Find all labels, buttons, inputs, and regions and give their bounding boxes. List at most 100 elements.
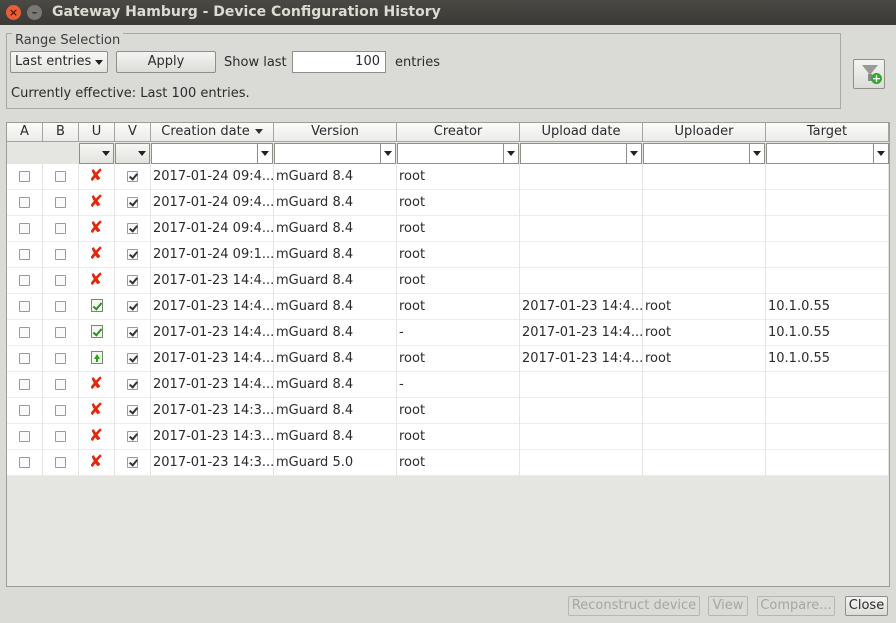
v-checkbox[interactable] (127, 353, 138, 364)
b-checkbox[interactable] (55, 301, 66, 312)
v-checkbox[interactable] (127, 249, 138, 260)
filter-uploader-combo[interactable] (643, 143, 765, 164)
a-checkbox[interactable] (19, 379, 30, 390)
b-checkbox[interactable] (55, 327, 66, 338)
v-checkbox[interactable] (127, 275, 138, 286)
a-checkbox[interactable] (19, 405, 30, 416)
window-close-button[interactable]: × (6, 5, 21, 20)
b-checkbox[interactable] (55, 249, 66, 260)
column-header-target[interactable]: Target (766, 123, 889, 142)
b-checkbox[interactable] (55, 379, 66, 390)
v-checkbox[interactable] (127, 379, 138, 390)
b-checkbox[interactable] (55, 431, 66, 442)
column-header-uploader[interactable]: Uploader (643, 123, 766, 142)
a-checkbox[interactable] (19, 431, 30, 442)
b-checkbox[interactable] (55, 457, 66, 468)
a-checkbox[interactable] (19, 327, 30, 338)
v-checkbox[interactable] (127, 197, 138, 208)
uploader-cell: root (643, 346, 766, 372)
v-checkbox[interactable] (127, 431, 138, 442)
table-row[interactable]: ✘ 2017-01-23 14:3... mGuard 8.4 root (7, 398, 889, 424)
filter-u-select[interactable] (79, 143, 114, 164)
u-cell (79, 346, 115, 372)
v-checkbox[interactable] (127, 223, 138, 234)
uploader-cell: root (643, 320, 766, 346)
b-checkbox[interactable] (55, 275, 66, 286)
uploader-cell (643, 450, 766, 476)
v-checkbox[interactable] (127, 405, 138, 416)
a-checkbox[interactable] (19, 171, 30, 182)
v-checkbox[interactable] (127, 327, 138, 338)
column-header-version[interactable]: Version (274, 123, 397, 142)
show-last-label: Show last (224, 55, 287, 70)
v-checkbox[interactable] (127, 171, 138, 182)
v-checkbox[interactable] (127, 457, 138, 468)
green-check-icon (91, 325, 103, 338)
range-mode-select[interactable]: Last entries (10, 51, 108, 73)
b-checkbox[interactable] (55, 197, 66, 208)
u-cell: ✘ (79, 424, 115, 450)
separator (503, 144, 504, 163)
uploader-cell: root (643, 294, 766, 320)
filter-creator-combo[interactable] (397, 143, 519, 164)
filter-v-select[interactable] (115, 143, 150, 164)
table-row[interactable]: ✘ 2017-01-24 09:4... mGuard 8.4 root (7, 190, 889, 216)
a-checkbox[interactable] (19, 457, 30, 468)
close-button[interactable]: Close (845, 596, 888, 616)
column-header-a[interactable]: A (7, 123, 43, 142)
entries-count-input[interactable]: 100 (292, 51, 386, 73)
a-checkbox[interactable] (19, 197, 30, 208)
column-header-creation-date[interactable]: Creation date (151, 123, 274, 142)
table-row[interactable]: ✘ 2017-01-24 09:4... mGuard 8.4 root (7, 216, 889, 242)
apply-button[interactable]: Apply (116, 51, 216, 73)
a-checkbox[interactable] (19, 249, 30, 260)
uploader-cell (643, 164, 766, 190)
a-checkbox[interactable] (19, 223, 30, 234)
table-row[interactable]: ✘ 2017-01-24 09:4... mGuard 8.4 root (7, 164, 889, 190)
table-row[interactable]: ✘ 2017-01-23 14:3... mGuard 8.4 root (7, 424, 889, 450)
filter-upload-date-combo[interactable] (520, 143, 642, 164)
a-checkbox[interactable] (19, 301, 30, 312)
v-checkbox[interactable] (127, 301, 138, 312)
table-row[interactable]: 2017-01-23 14:4... mGuard 8.4 root 2017-01-… (7, 346, 889, 372)
filter-creation-date-combo[interactable] (151, 143, 273, 164)
v-cell (115, 268, 151, 294)
creator-cell: root (397, 242, 520, 268)
filter-version-combo[interactable] (274, 143, 396, 164)
table-row[interactable]: 2017-01-23 14:4... mGuard 8.4-2017-01-23 … (7, 320, 889, 346)
b-checkbox[interactable] (55, 171, 66, 182)
upload-date-cell (520, 216, 643, 242)
table-row[interactable]: ✘ 2017-01-23 14:4... mGuard 8.4- (7, 372, 889, 398)
creation-date-cell: 2017-01-23 14:4... (151, 320, 274, 346)
a-cell (7, 268, 43, 294)
table-row[interactable]: ✘ 2017-01-24 09:1... mGuard 8.4 root (7, 242, 889, 268)
b-cell (43, 346, 79, 372)
upload-date-cell (520, 268, 643, 294)
view-button[interactable]: View (708, 596, 748, 616)
b-checkbox[interactable] (55, 353, 66, 364)
creator-cell: root (397, 346, 520, 372)
window-minimize-button[interactable]: – (27, 5, 42, 20)
b-checkbox[interactable] (55, 223, 66, 234)
table-row[interactable]: 2017-01-23 14:4... mGuard 8.4 root 2017-01-… (7, 294, 889, 320)
filter-target-combo[interactable] (766, 143, 889, 164)
effective-range-text: Currently effective: Last 100 entries. (11, 86, 250, 101)
column-header-u[interactable]: U (79, 123, 115, 142)
column-header-b[interactable]: B (43, 123, 79, 142)
a-cell (7, 164, 43, 190)
table-row[interactable]: ✘ 2017-01-23 14:4... mGuard 8.4 root (7, 268, 889, 294)
target-cell (766, 268, 889, 294)
column-header-upload-date[interactable]: Upload date (520, 123, 643, 142)
a-checkbox[interactable] (19, 275, 30, 286)
column-header-creator[interactable]: Creator (397, 123, 520, 142)
version-cell: mGuard 8.4 (274, 190, 397, 216)
column-header-v[interactable]: V (115, 123, 151, 142)
reconstruct-device-button[interactable]: Reconstruct device (568, 596, 700, 616)
table-row[interactable]: ✘ 2017-01-23 14:3... mGuard 5.0 root (7, 450, 889, 476)
compare-button[interactable]: Compare... (757, 596, 835, 616)
a-checkbox[interactable] (19, 353, 30, 364)
red-x-icon: ✘ (88, 244, 104, 264)
b-checkbox[interactable] (55, 405, 66, 416)
add-filter-button[interactable]: + (853, 59, 885, 89)
u-cell: ✘ (79, 242, 115, 268)
